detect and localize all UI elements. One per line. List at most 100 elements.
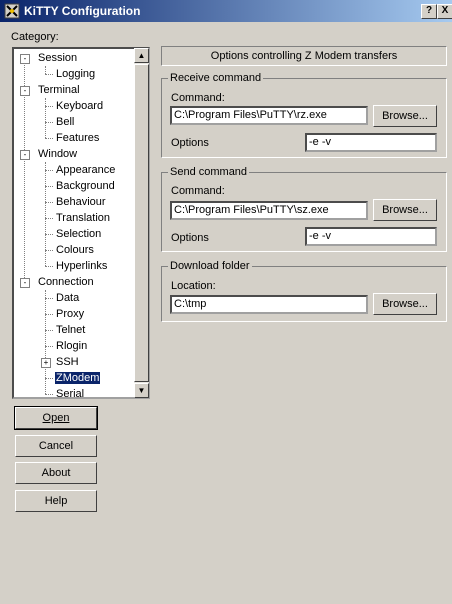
receive-browse-label: Browse...	[382, 110, 428, 122]
cancel-button[interactable]: Cancel	[15, 435, 97, 457]
tree-item-label: Window	[38, 148, 78, 160]
tree-item-label: Features	[56, 132, 100, 144]
tree-branch-line	[45, 170, 53, 171]
download-location-input[interactable]: C:\tmp	[170, 295, 368, 314]
receive-options-input[interactable]: -e -v	[305, 133, 437, 152]
send-options-input[interactable]: -e -v	[305, 227, 437, 246]
tree-branch-line	[45, 266, 53, 267]
tree-item-label: SSH	[56, 356, 79, 368]
tree-item-label: Telnet	[56, 324, 86, 336]
tree-item-telnet[interactable]: Telnet	[45, 323, 86, 338]
tree-item-label: Proxy	[56, 308, 85, 320]
tree-branch-line	[45, 138, 53, 139]
tree-item-session[interactable]: - Session	[20, 51, 77, 66]
download-folder-title: Download folder	[168, 260, 252, 272]
send-command-label: Command:	[171, 185, 225, 197]
receive-command-label: Command:	[171, 92, 225, 104]
tree-item-rlogin[interactable]: Rlogin	[45, 339, 88, 354]
help-button-label: Help	[44, 495, 68, 507]
tree-item-label: Rlogin	[56, 340, 88, 352]
tree-branch-line	[45, 394, 53, 395]
collapse-icon[interactable]: -	[20, 54, 30, 64]
open-button-label: Open	[42, 412, 70, 424]
tree-item-label: Behaviour	[56, 196, 106, 208]
tree-item-label: Connection	[38, 276, 94, 288]
tree-item-colours[interactable]: Colours	[45, 243, 94, 258]
tree-item-behaviour[interactable]: Behaviour	[45, 195, 106, 210]
expand-icon[interactable]: +	[41, 358, 51, 368]
scroll-thumb[interactable]	[134, 64, 149, 382]
download-location-label: Location:	[171, 280, 216, 292]
tree-branch-line	[45, 314, 53, 315]
tree-item-label: Serial	[56, 388, 85, 399]
title-bar[interactable]: KiTTY Configuration ? X	[0, 0, 452, 22]
open-button[interactable]: Open	[14, 406, 98, 430]
tree-item-logging[interactable]: Logging	[45, 67, 96, 82]
tree-item-label: Translation	[56, 212, 111, 224]
tree-item-label: Terminal	[38, 84, 80, 96]
tree-branch-line	[45, 378, 53, 379]
tree-branch-line	[45, 218, 53, 219]
receive-command-title: Receive command	[168, 72, 264, 84]
tree-branch-line	[45, 346, 53, 347]
tree-item-bell[interactable]: Bell	[45, 115, 75, 130]
tree-branch-line	[45, 234, 53, 235]
collapse-icon[interactable]: -	[20, 278, 30, 288]
tree-item-translation[interactable]: Translation	[45, 211, 111, 226]
tree-item-label: Session	[38, 52, 78, 64]
download-browse-button[interactable]: Browse...	[373, 293, 437, 315]
tree-item-label: ZModem	[55, 372, 101, 384]
send-browse-label: Browse...	[382, 204, 428, 216]
help-button[interactable]: Help	[15, 490, 97, 512]
tree-item-terminal[interactable]: - Terminal	[20, 83, 80, 98]
collapse-icon[interactable]: -	[20, 86, 30, 96]
cancel-button-label: Cancel	[38, 440, 74, 452]
tree-scrollbar[interactable]: ▲ ▼	[134, 48, 149, 398]
tree-item-label: Appearance	[56, 164, 116, 176]
send-command-input[interactable]: C:\Program Files\PuTTY\sz.exe	[170, 201, 368, 220]
kitty-app-icon	[4, 3, 20, 19]
tree-item-label: Logging	[56, 68, 96, 80]
tree-item-background[interactable]: Background	[45, 179, 115, 194]
tree-item-data[interactable]: Data	[45, 291, 80, 306]
tree-item-ssh[interactable]: + SSH	[41, 355, 79, 370]
about-button[interactable]: About	[15, 462, 97, 484]
receive-command-input[interactable]: C:\Program Files\PuTTY\rz.exe	[170, 106, 368, 125]
tree-branch-line	[45, 298, 53, 299]
tree-item-label: Colours	[56, 244, 94, 256]
send-browse-button[interactable]: Browse...	[373, 199, 437, 221]
about-button-label: About	[41, 467, 71, 479]
tree-item-features[interactable]: Features	[45, 131, 100, 146]
tree-branch-line	[45, 186, 53, 187]
receive-browse-button[interactable]: Browse...	[373, 105, 437, 127]
tree-item-label: Data	[56, 292, 80, 304]
tree-item-label: Hyperlinks	[56, 260, 108, 272]
collapse-icon[interactable]: -	[20, 150, 30, 160]
tree-item-zmodem[interactable]: ZModem	[45, 371, 101, 386]
tree-item-keyboard[interactable]: Keyboard	[45, 99, 103, 114]
send-options-label: Options	[171, 232, 209, 244]
panel-header: Options controlling Z Modem transfers	[161, 46, 447, 66]
tree-item-selection[interactable]: Selection	[45, 227, 101, 242]
tree-branch-line	[45, 106, 53, 107]
category-tree[interactable]: - Session Logging - Terminal Keyboard Be…	[12, 47, 150, 399]
send-command-title: Send command	[168, 166, 250, 178]
help-title-button[interactable]: ?	[421, 4, 437, 19]
close-button[interactable]: X	[437, 4, 452, 19]
tree-branch-line	[45, 250, 53, 251]
tree-item-proxy[interactable]: Proxy	[45, 307, 85, 322]
tree-item-label: Bell	[56, 116, 75, 128]
scroll-up-button[interactable]: ▲	[134, 48, 149, 63]
category-label: Category:	[11, 31, 59, 43]
tree-branch-line	[45, 122, 53, 123]
tree-item-label: Background	[56, 180, 115, 192]
tree-item-serial[interactable]: Serial	[45, 387, 85, 399]
receive-options-label: Options	[171, 137, 209, 149]
scroll-down-button[interactable]: ▼	[134, 383, 149, 398]
tree-item-window[interactable]: - Window	[20, 147, 77, 162]
download-browse-label: Browse...	[382, 298, 428, 310]
tree-item-hyperlinks[interactable]: Hyperlinks	[45, 259, 108, 274]
tree-item-connection[interactable]: - Connection	[20, 275, 94, 290]
window-title: KiTTY Configuration	[24, 4, 141, 18]
tree-item-appearance[interactable]: Appearance	[45, 163, 116, 178]
